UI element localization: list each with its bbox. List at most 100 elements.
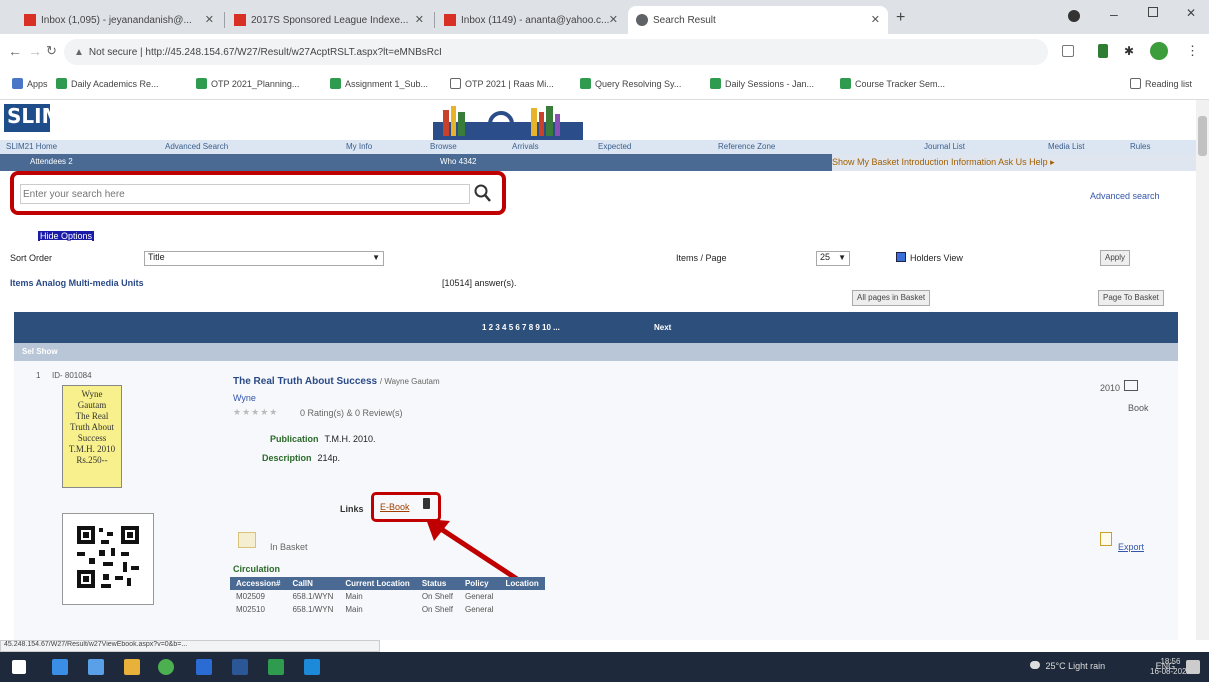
nav-browse[interactable]: Browse [430,142,457,151]
windows-taskbar: 25°C Light rain ENG 18:56 16-08-2021 [0,652,1209,682]
basket-icon[interactable] [238,532,256,548]
reading-list[interactable]: Reading list [1130,78,1192,89]
scrollbar-thumb[interactable] [1198,116,1207,156]
hide-options-link[interactable]: Hide Options [38,231,95,241]
book-cover-thumbnail[interactable]: Wyne Gautam The Real Truth About Success… [62,385,122,488]
page-to-basket-button[interactable]: Page To Basket [1098,290,1164,306]
weather-icon [1030,661,1040,669]
nav-expected[interactable]: Expected [598,142,631,151]
nav-reference-zone[interactable]: Reference Zone [718,142,775,151]
apply-button[interactable]: Apply [1100,250,1131,266]
circulation-table: Accession# CallN Current Location Status… [230,577,545,616]
search-input[interactable] [20,184,470,204]
word-icon[interactable] [232,659,248,675]
tab-gmail-1[interactable]: Inbox (1,095) - jeyanandanish@... ✕ [16,6,222,34]
export-link[interactable]: Export [1118,542,1144,552]
close-tab-icon[interactable]: ✕ [609,13,618,26]
page-numbers[interactable]: 1 2 3 4 5 6 7 8 9 10 ... [482,323,560,332]
bookmark-apps[interactable]: Apps [12,78,48,89]
nav-my-info[interactable]: My Info [346,142,372,151]
bookmark-item[interactable]: Daily Academics Re... [56,78,159,89]
table-row: M02510 658.1/WYN Main On Shelf General [236,605,494,614]
record-type: Book [1128,403,1149,413]
bookmark-item[interactable]: Query Resolving Sy... [580,78,681,89]
record-year: 2010 [1100,383,1121,393]
ebook-reader-icon [423,498,430,509]
monitor-icon [1124,380,1138,391]
in-basket-label: In Basket [270,542,308,552]
bookmark-item[interactable]: Course Tracker Sem... [840,78,945,89]
all-pages-basket-button[interactable]: All pages in Basket [852,290,931,306]
bookmark-item[interactable]: Assignment 1_Sub... [330,78,428,89]
bookmark-item[interactable]: OTP 2021_Planning... [196,78,299,89]
nav-advanced-search[interactable]: Advanced Search [165,142,228,151]
tab-gmail-2[interactable]: 2017S Sponsored League Indexe... ✕ [226,6,432,34]
next-page-link[interactable]: Next [654,323,671,332]
excel-icon[interactable] [268,659,284,675]
select-show-row[interactable]: Sel Show [14,343,1178,361]
minimize-icon[interactable]: – [1110,6,1118,22]
items-per-page-select[interactable]: 25 ▼ [816,251,850,266]
close-tab-icon[interactable]: ✕ [871,13,880,26]
advanced-search-link[interactable]: Advanced search [1090,191,1160,201]
holders-view-label: Holders View [910,253,963,263]
tab-search-result[interactable]: Search Result ✕ [628,6,888,34]
maximize-icon[interactable] [1148,7,1158,17]
address-bar[interactable]: ▲ Not secure | http://45.248.154.67/W27/… [64,39,1048,65]
file-explorer-icon[interactable] [124,659,140,675]
gmail-icon [24,14,36,26]
visitor-id: Who 4342 [440,157,477,166]
star-rating-icon[interactable]: ★★★★★ [233,407,278,418]
back-icon[interactable]: ← [8,43,22,59]
puzzle-icon[interactable]: ✱ [1124,44,1134,58]
extension-icon[interactable] [1098,44,1108,58]
sheets-icon [580,78,591,89]
search-context: Items Analog Multi-media Units [10,278,144,288]
description-row: Description 214p. [262,453,341,463]
share-icon[interactable] [1062,45,1074,57]
nav-arrivals[interactable]: Arrivals [512,142,539,151]
record-id: ID- 801084 [52,371,92,380]
task-view-icon[interactable] [88,659,104,675]
notification-icon[interactable] [1186,660,1200,674]
media-control-icon[interactable] [1068,10,1080,22]
tab-divider [224,12,225,28]
close-tab-icon[interactable]: ✕ [205,13,214,26]
slim-logo[interactable]: SLIM [4,104,62,132]
gmail-icon [234,14,246,26]
avatar[interactable] [1150,42,1168,60]
nav-journal-list[interactable]: Journal List [924,142,965,151]
author-link[interactable]: Wyne [233,393,256,403]
windows-start-icon[interactable] [12,660,26,674]
chevron-down-icon: ▼ [372,253,380,262]
result-count: [10514] answer(s). [442,278,517,288]
tab-inbox[interactable]: Inbox (1149) - ananta@yahoo.c... ✕ [436,6,626,34]
page-scrollbar[interactable] [1196,100,1209,640]
ebook-link[interactable]: E-Book [380,502,410,512]
sort-order-select[interactable]: Title ▼ [144,251,384,266]
new-tab-icon[interactable]: + [896,9,905,27]
menu-icon[interactable]: ⋮ [1186,43,1199,59]
bookmarks-bar: Apps Daily Academics Re... OTP 2021_Plan… [0,70,1209,100]
export-icon[interactable] [1100,532,1112,546]
search-taskbar-icon[interactable] [52,659,68,675]
search-icon[interactable] [474,184,492,204]
bookmark-item[interactable]: Daily Sessions - Jan... [710,78,814,89]
teams-icon[interactable] [304,659,320,675]
nav-home[interactable]: SLIM21 Home [6,142,57,151]
close-tab-icon[interactable]: ✕ [415,13,424,26]
bookmark-item[interactable]: OTP 2021 | Raas Mi... [450,78,554,89]
chrome-icon[interactable] [158,659,174,675]
close-window-icon[interactable]: ✕ [1186,6,1196,20]
library-banner-icon [433,106,583,140]
gmail-icon [444,14,456,26]
top-links[interactable]: Show My Basket Introduction Information … [832,154,1196,171]
record-title[interactable]: The Real Truth About Success / Wayne Gau… [233,376,440,387]
reload-icon[interactable]: ↻ [46,43,57,59]
forward-icon[interactable]: → [28,43,42,59]
nav-rules[interactable]: Rules [1130,142,1150,151]
taskbar-clock[interactable]: 18:56 16-08-2021 [1150,657,1191,677]
holders-view-checkbox[interactable] [896,252,906,262]
nav-media-list[interactable]: Media List [1048,142,1084,151]
outlook-icon[interactable] [196,659,212,675]
